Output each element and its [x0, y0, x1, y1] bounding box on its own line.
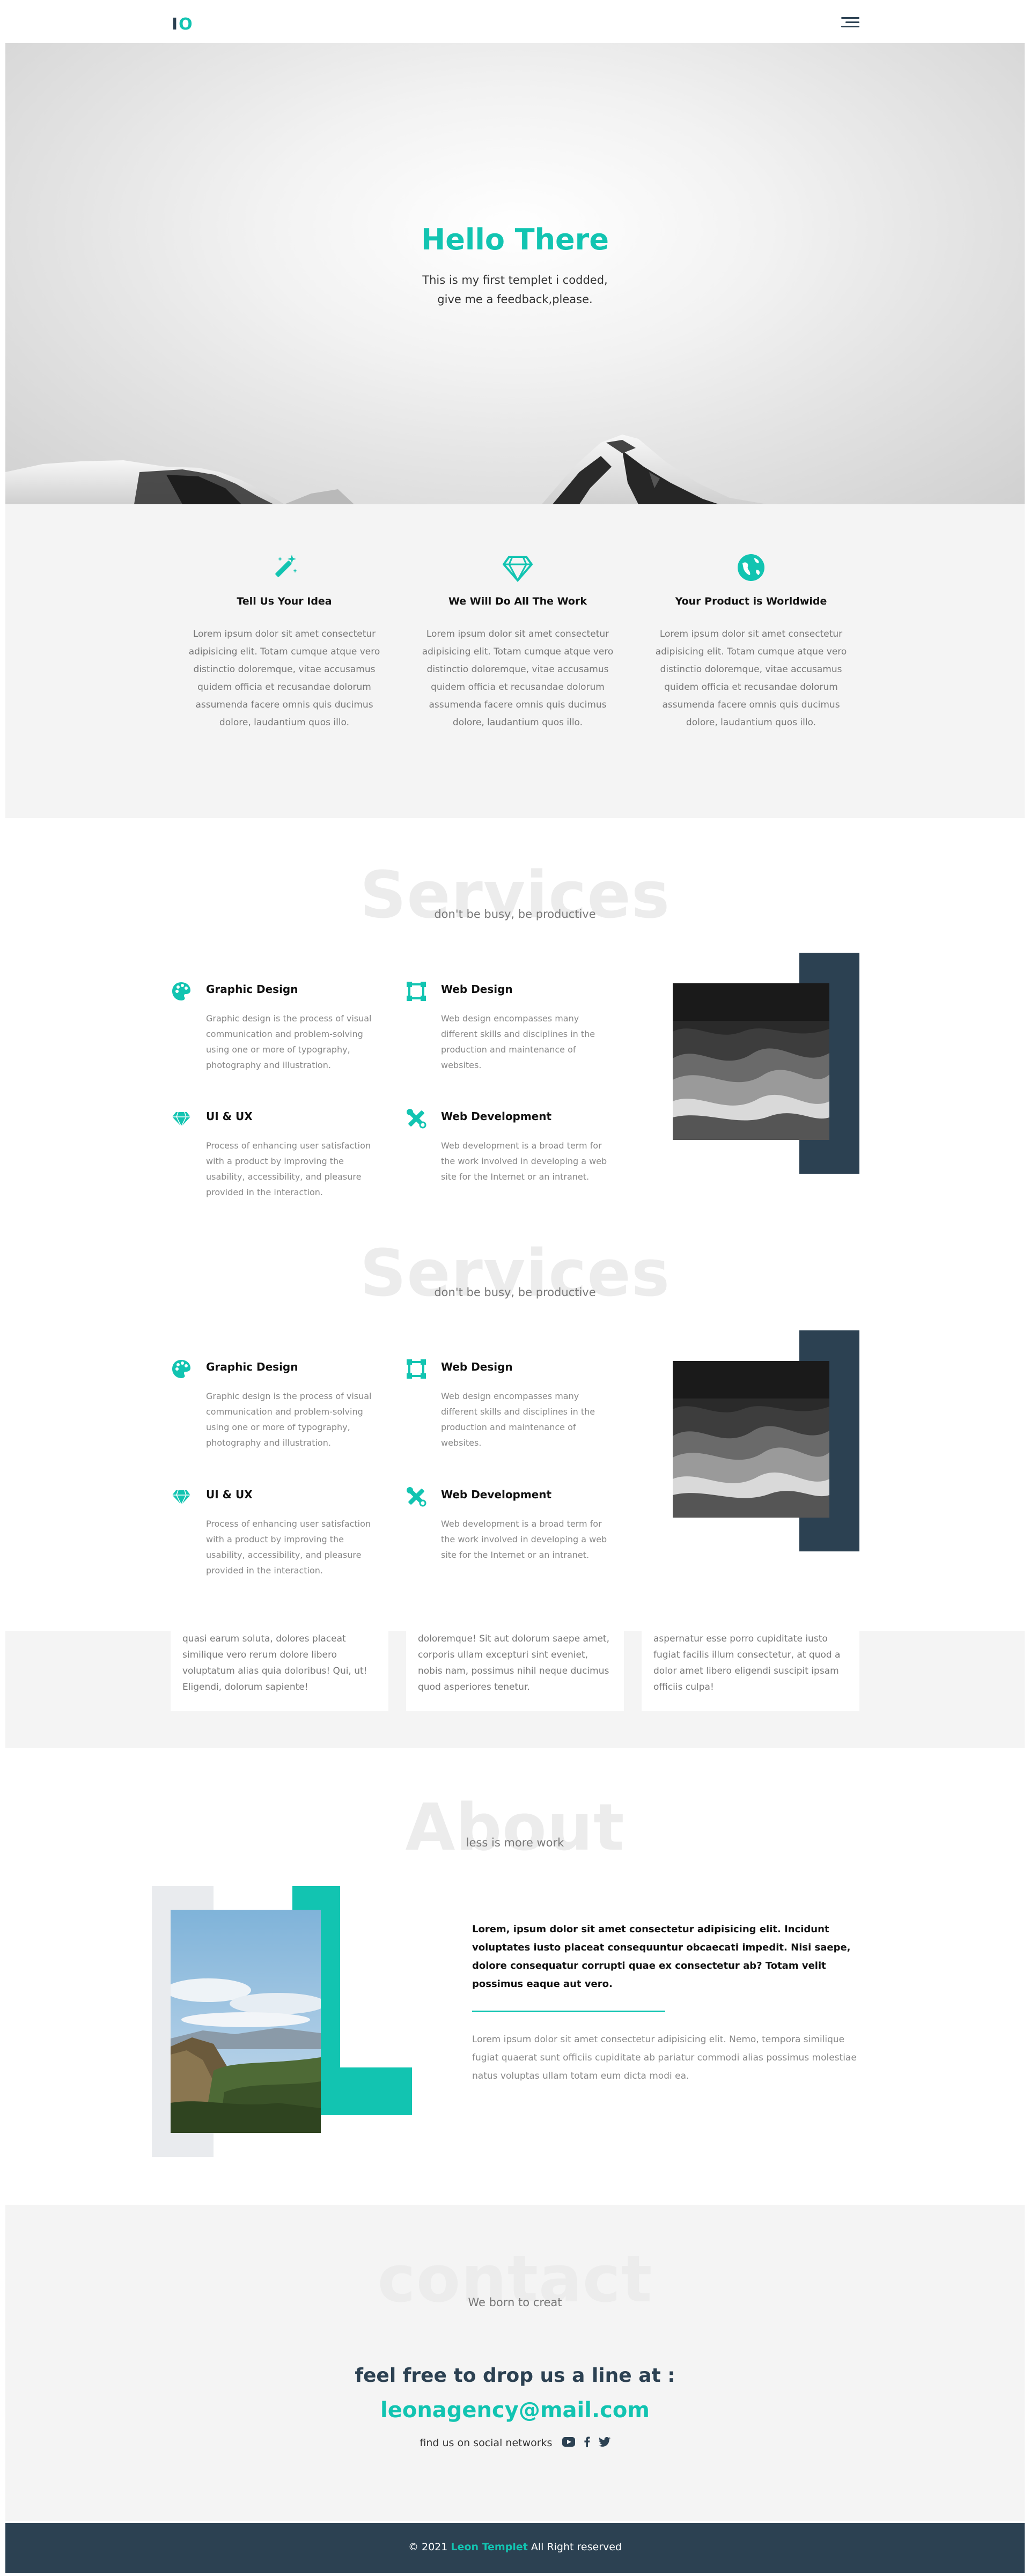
- about-accent-horizontal: [321, 2067, 412, 2115]
- gem-icon: [172, 1112, 190, 1128]
- about-subtitle: less is more work: [466, 1836, 564, 1849]
- feature-text: Lorem ipsum dolor sit amet consectetur a…: [188, 629, 380, 728]
- service-text: Graphic design is the process of visual …: [206, 1013, 372, 1070]
- service-title: Graphic Design: [206, 983, 298, 996]
- services-bg-title: Services: [359, 858, 671, 933]
- social-label: find us on social networks: [420, 2437, 553, 2449]
- service-text: Graphic design is the process of visual …: [206, 1391, 372, 1448]
- service-text: Web development is a broad term for the …: [441, 1140, 607, 1182]
- hero-section: Hello There This is my first templet i c…: [5, 43, 1025, 504]
- copyright-suffix: All Right reserved: [531, 2541, 622, 2553]
- service-title: UI & UX: [206, 1110, 253, 1123]
- service-text: Process of enhancing user satisfaction w…: [206, 1519, 371, 1576]
- youtube-icon[interactable]: [562, 2437, 575, 2449]
- site-footer: © 2021 Leon Templet All Right reserved: [5, 2523, 1025, 2573]
- services-bg-title-2: Services: [359, 1237, 671, 1311]
- about-bold-text: Lorem, ipsum dolor sit amet consectetur …: [472, 1924, 851, 1990]
- gem-icon: [172, 1490, 190, 1506]
- copyright: © 2021 Leon Templet All Right reserved: [5, 2541, 1025, 2553]
- testimonial-text: aspernatur esse porro cupiditate iusto f…: [653, 1633, 841, 1692]
- testimonial-card: aspernatur esse porro cupiditate iusto f…: [642, 1631, 859, 1711]
- tools-icon: [407, 1487, 426, 1507]
- copyright-prefix: © 2021: [408, 2541, 448, 2553]
- features-section: Tell Us Your Idea Lorem ipsum dolor sit …: [5, 504, 1025, 818]
- service-text: Web design encompasses many different sk…: [441, 1013, 595, 1070]
- contact-subtitle: We born to creat: [468, 2296, 562, 2309]
- feature-title: Your Product is Worldwide: [675, 595, 827, 607]
- services-image-waves-2: [673, 1361, 829, 1518]
- service-text: Web design encompasses many different sk…: [441, 1391, 595, 1448]
- feature-title: We Will Do All The Work: [448, 595, 587, 607]
- services-subtitle-2: don't be busy, be productive: [434, 1286, 596, 1299]
- about-text: Lorem ipsum dolor sit amet consectetur a…: [472, 2034, 857, 2081]
- contact-email-link[interactable]: leonagency@mail.com: [0, 2398, 1030, 2423]
- service-title: Graphic Design: [206, 1360, 298, 1373]
- vector-square-icon: [407, 1359, 426, 1379]
- hamburger-menu-icon[interactable]: [841, 16, 859, 29]
- contact-headline: feel free to drop us a line at :: [355, 2365, 675, 2387]
- service-text: Web development is a broad term for the …: [441, 1519, 607, 1560]
- feature-idea: Tell Us Your Idea Lorem ipsum dolor sit …: [182, 551, 386, 732]
- hero-title: Hello There: [421, 223, 609, 256]
- feature-title: Tell Us Your Idea: [237, 595, 332, 607]
- service-text: Process of enhancing user satisfaction w…: [206, 1140, 371, 1197]
- logo[interactable]: IO: [172, 15, 194, 34]
- service-title: Web Development: [441, 1110, 552, 1123]
- service-title: Web Design: [441, 1360, 513, 1373]
- services-image-waves: [673, 983, 829, 1140]
- hero-text-line-2: give me a feedback,please.: [437, 293, 593, 306]
- hero-text-line-1: This is my first templet i codded,: [422, 274, 608, 286]
- tools-icon: [407, 1109, 426, 1129]
- palette-icon: [172, 1360, 190, 1378]
- vector-square-icon: [407, 982, 426, 1001]
- footer-brand-link[interactable]: Leon Templet: [451, 2541, 527, 2553]
- logo-letter-o: O: [179, 15, 194, 34]
- service-title: Web Development: [441, 1488, 552, 1501]
- about-bg-title: About: [405, 1791, 625, 1865]
- feature-text: Lorem ipsum dolor sit amet consectetur a…: [655, 629, 847, 728]
- service-title: Web Design: [441, 983, 513, 996]
- site-header: IO: [0, 0, 1030, 43]
- services-subtitle: don't be busy, be productive: [434, 908, 596, 921]
- diamond-icon: [503, 556, 533, 583]
- about-divider: [472, 2011, 665, 2012]
- globe-icon: [738, 554, 764, 581]
- social-row: find us on social networks: [0, 2437, 1030, 2450]
- magic-wand-icon: [275, 555, 297, 577]
- palette-icon: [172, 982, 190, 1000]
- feature-worldwide: Your Product is Worldwide Lorem ipsum do…: [649, 551, 853, 732]
- facebook-icon[interactable]: [584, 2437, 590, 2450]
- twitter-icon[interactable]: [598, 2437, 610, 2449]
- testimonial-card: quasi earum soluta, dolores placeat simi…: [171, 1631, 388, 1711]
- testimonial-card: doloremque! Sit aut dolorum saepe amet, …: [406, 1631, 624, 1711]
- logo-letter-i: I: [172, 15, 179, 34]
- feature-text: Lorem ipsum dolor sit amet consectetur a…: [422, 629, 614, 728]
- testimonial-text: quasi earum soluta, dolores placeat simi…: [182, 1633, 367, 1692]
- service-title: UI & UX: [206, 1488, 253, 1501]
- about-image-landscape: [171, 1910, 321, 2133]
- testimonial-text: doloremque! Sit aut dolorum saepe amet, …: [418, 1633, 609, 1692]
- feature-work: We Will Do All The Work Lorem ipsum dolo…: [416, 551, 620, 732]
- page: IO Hello There This is my first templet …: [0, 0, 1030, 2576]
